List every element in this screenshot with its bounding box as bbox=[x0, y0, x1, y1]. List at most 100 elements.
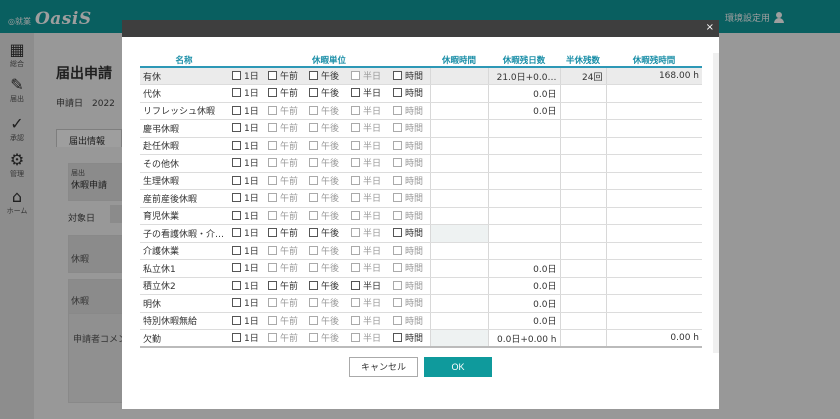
unit-checkbox[interactable] bbox=[232, 158, 241, 168]
unit-checkbox[interactable] bbox=[309, 71, 318, 80]
unit-label: 1日 bbox=[244, 124, 259, 135]
remain-days bbox=[487, 242, 560, 260]
half-remain bbox=[559, 242, 606, 260]
unit-option: 時間 bbox=[393, 121, 430, 134]
unit-option[interactable]: 1日 bbox=[232, 296, 264, 309]
unit-checkbox[interactable] bbox=[309, 88, 318, 98]
unit-checkbox bbox=[393, 193, 402, 203]
unit-option[interactable]: 1日 bbox=[232, 139, 264, 152]
unit-option: 時間 bbox=[393, 174, 430, 187]
unit-label: 半日 bbox=[363, 299, 382, 310]
unit-checkbox[interactable] bbox=[309, 228, 318, 238]
unit-option[interactable]: 1日 bbox=[232, 331, 264, 344]
table-row: 欠勤 1日 午前 午後 半日 時間 0.0日+0.00 h 0.00 h bbox=[140, 329, 702, 348]
leave-unit-options: 1日 午前 午後 半日 時間 bbox=[228, 119, 430, 138]
unit-checkbox[interactable] bbox=[232, 280, 241, 290]
unit-checkbox[interactable] bbox=[232, 315, 241, 325]
unit-option[interactable]: 1日 bbox=[232, 86, 264, 99]
unit-checkbox[interactable] bbox=[232, 333, 241, 342]
unit-option[interactable]: 時間 bbox=[393, 226, 430, 239]
unit-label: 時間 bbox=[405, 211, 424, 222]
unit-label: 午後 bbox=[321, 159, 340, 170]
unit-checkbox[interactable] bbox=[393, 88, 402, 98]
unit-checkbox bbox=[351, 263, 360, 273]
unit-checkbox[interactable] bbox=[232, 71, 241, 80]
leave-hours-input[interactable] bbox=[429, 224, 488, 243]
unit-label: 午前 bbox=[280, 124, 299, 135]
unit-option[interactable]: 1日 bbox=[232, 279, 264, 292]
unit-checkbox[interactable] bbox=[232, 88, 241, 98]
table-scrollbar[interactable] bbox=[713, 53, 719, 353]
unit-checkbox[interactable] bbox=[232, 228, 241, 238]
unit-option[interactable]: 午前 bbox=[268, 279, 305, 292]
unit-option[interactable]: 時間 bbox=[393, 86, 430, 99]
unit-checkbox[interactable] bbox=[232, 263, 241, 273]
unit-option[interactable]: 半日 bbox=[351, 279, 389, 292]
unit-checkbox[interactable] bbox=[351, 280, 360, 290]
ok-button[interactable]: OK bbox=[424, 357, 492, 377]
unit-checkbox[interactable] bbox=[232, 245, 241, 255]
unit-option: 午前 bbox=[268, 139, 305, 152]
unit-checkbox bbox=[309, 315, 318, 325]
unit-option[interactable]: 午前 bbox=[268, 86, 305, 99]
unit-checkbox[interactable] bbox=[268, 88, 277, 98]
unit-checkbox[interactable] bbox=[232, 105, 241, 115]
unit-label: 時間 bbox=[405, 106, 424, 117]
cancel-button[interactable]: キャンセル bbox=[349, 357, 418, 377]
unit-option[interactable]: 1日 bbox=[232, 244, 264, 257]
unit-checkbox[interactable] bbox=[268, 228, 277, 238]
unit-option: 午後 bbox=[309, 139, 347, 152]
half-remain bbox=[559, 207, 606, 225]
leave-hours-input[interactable] bbox=[429, 329, 488, 348]
unit-option: 午前 bbox=[268, 121, 305, 134]
unit-option[interactable]: 1日 bbox=[232, 69, 264, 82]
unit-option[interactable]: 1日 bbox=[232, 261, 264, 274]
unit-checkbox[interactable] bbox=[232, 210, 241, 220]
unit-option[interactable]: 1日 bbox=[232, 191, 264, 204]
unit-option[interactable]: 午後 bbox=[309, 226, 347, 239]
unit-option[interactable]: 1日 bbox=[232, 104, 264, 117]
unit-option[interactable]: 時間 bbox=[393, 69, 430, 82]
unit-checkbox[interactable] bbox=[351, 88, 360, 98]
unit-option[interactable]: 午後 bbox=[309, 86, 347, 99]
half-remain bbox=[559, 84, 606, 103]
unit-checkbox[interactable] bbox=[232, 140, 241, 150]
remain-days bbox=[487, 137, 560, 155]
unit-option[interactable]: 1日 bbox=[232, 314, 264, 327]
unit-checkbox bbox=[393, 140, 402, 150]
unit-label: 1日 bbox=[244, 106, 259, 117]
unit-option: 時間 bbox=[393, 261, 430, 274]
unit-option[interactable]: 半日 bbox=[351, 86, 389, 99]
unit-checkbox[interactable] bbox=[232, 123, 241, 133]
unit-option[interactable]: 1日 bbox=[232, 174, 264, 187]
unit-option[interactable]: 1日 bbox=[232, 209, 264, 222]
unit-option[interactable]: 1日 bbox=[232, 121, 264, 134]
unit-checkbox[interactable] bbox=[309, 280, 318, 290]
unit-option[interactable]: 1日 bbox=[232, 226, 264, 239]
unit-option[interactable]: 午前 bbox=[268, 69, 305, 82]
remain-hours bbox=[605, 84, 702, 103]
unit-label: 時間 bbox=[405, 89, 424, 100]
unit-option[interactable]: 午後 bbox=[309, 69, 347, 82]
close-icon[interactable]: × bbox=[706, 22, 714, 34]
unit-option: 半日 bbox=[351, 191, 389, 204]
unit-checkbox[interactable] bbox=[393, 333, 402, 342]
unit-checkbox[interactable] bbox=[268, 280, 277, 290]
unit-checkbox[interactable] bbox=[232, 298, 241, 308]
unit-option[interactable]: 午前 bbox=[268, 226, 305, 239]
unit-checkbox[interactable] bbox=[268, 71, 277, 80]
leave-unit-options: 1日 午前 午後 半日 時間 bbox=[228, 137, 430, 155]
unit-checkbox[interactable] bbox=[232, 175, 241, 185]
unit-checkbox[interactable] bbox=[393, 71, 402, 80]
unit-label: 午後 bbox=[321, 229, 340, 240]
unit-option[interactable]: 午後 bbox=[309, 279, 347, 292]
leave-name: その他休 bbox=[140, 154, 228, 173]
unit-option: 半日 bbox=[351, 226, 389, 239]
unit-checkbox[interactable] bbox=[232, 193, 241, 203]
leave-name: 子の看護休暇・介… bbox=[140, 224, 228, 243]
unit-checkbox[interactable] bbox=[393, 228, 402, 238]
unit-option[interactable]: 時間 bbox=[393, 331, 430, 344]
leave-table: 名称 休暇単位 休暇時間 休暇残日数 半休残数 休暇残時間 有休 1日 午前 午後 半日… bbox=[140, 53, 702, 348]
remain-hours bbox=[605, 312, 702, 330]
unit-option[interactable]: 1日 bbox=[232, 156, 264, 169]
